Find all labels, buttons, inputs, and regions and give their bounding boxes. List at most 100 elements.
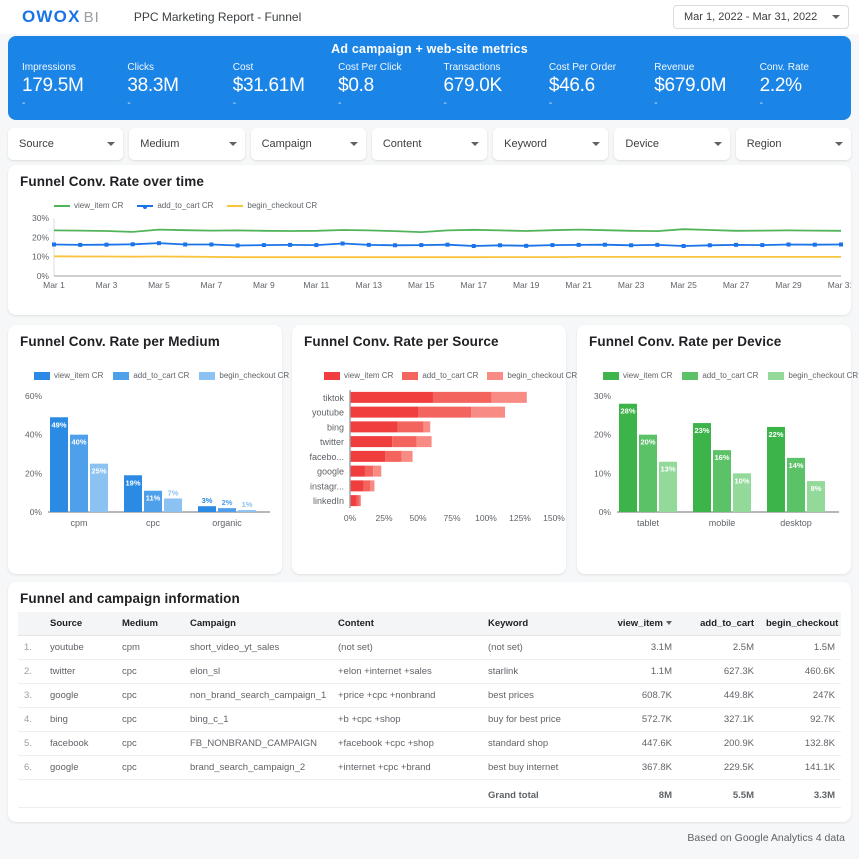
filter-keyword[interactable]: Keyword xyxy=(493,128,609,160)
y-axis-category-label: tiktok xyxy=(323,393,345,403)
stacked-bar-youtube-view_itemcr xyxy=(350,406,418,418)
table-cell-content: +facebook +cpc +shop xyxy=(332,731,482,756)
table-scroll-region[interactable]: Source Medium Campaign Content Keyword v… xyxy=(18,612,841,808)
line-marker xyxy=(681,244,686,249)
y-axis-tick: 10% xyxy=(32,252,49,262)
bar-value-label: 49% xyxy=(51,420,66,429)
y-axis-tick: 0% xyxy=(599,507,612,517)
stacked-bar-facebo-begin_checkoutcr xyxy=(401,450,413,462)
legend-label: begin_checkout CR xyxy=(788,371,859,380)
filter-label: Content xyxy=(382,138,422,150)
line-marker xyxy=(760,243,765,248)
table-cell-index: 5. xyxy=(18,731,44,756)
col-medium[interactable]: Medium xyxy=(116,612,184,636)
x-axis-tick: 100% xyxy=(475,513,497,523)
metric-delta: - xyxy=(232,98,237,109)
gt-blank-2 xyxy=(44,784,116,808)
metric-delta: - xyxy=(338,98,342,109)
col-begin-checkout[interactable]: begin_checkout xyxy=(760,612,841,636)
bar-desktop-view_itemcr xyxy=(767,426,785,512)
stacked-bar-bing-begin_checkoutcr xyxy=(423,421,431,433)
legend-item: add_to_cart CR xyxy=(402,371,478,380)
x-axis-category-label: mobile xyxy=(709,518,736,528)
metric-value: $679.0M xyxy=(654,75,727,96)
filter-medium[interactable]: Medium xyxy=(129,128,245,160)
col-campaign[interactable]: Campaign xyxy=(184,612,332,636)
line-marker xyxy=(366,242,371,247)
filter-source[interactable]: Source xyxy=(8,128,124,160)
filter-region[interactable]: Region xyxy=(735,128,851,160)
bar-value-label: 20% xyxy=(640,438,655,447)
table-cell-view-item: 367.8K xyxy=(594,755,678,780)
bar-organic-begin_checkoutcr xyxy=(238,510,256,512)
filter-bar: Source Medium Campaign Content Keyword D… xyxy=(8,128,851,160)
legend-label: view_item CR xyxy=(74,201,124,210)
metric-delta: - xyxy=(443,98,447,109)
metric-value: 679.0K xyxy=(443,75,503,96)
x-axis-tick: Mar 23 xyxy=(618,280,645,290)
bar-value-label: 3% xyxy=(202,496,213,505)
stacked-bar-bing-add_to_cartcr xyxy=(397,421,424,433)
x-axis-tick: Mar 11 xyxy=(303,280,329,290)
chevron-down-icon xyxy=(228,142,237,146)
chevron-down-icon xyxy=(832,15,840,19)
table-row[interactable]: 2. twitter cpc elon_sl +elon +internet +sale… xyxy=(18,659,841,684)
stacked-bar-facebo-add_to_cartcr xyxy=(385,450,402,462)
table-cell-medium: cpc xyxy=(116,755,184,780)
filter-device[interactable]: Device xyxy=(614,128,730,160)
table-cell-index: 4. xyxy=(18,707,44,732)
col-add-to-cart[interactable]: add_to_cart xyxy=(678,612,760,636)
table-cell-content: +internet +cpc +brand xyxy=(332,755,482,780)
line-marker xyxy=(734,242,739,247)
stacked-bar-google-begin_checkoutcr xyxy=(373,465,382,477)
col-keyword[interactable]: Keyword xyxy=(482,612,594,636)
metric-label: Conv. Rate xyxy=(759,62,809,73)
line-marker xyxy=(655,242,660,247)
table-cell-content: +b +cpc +shop xyxy=(332,707,482,732)
table-cell-keyword: best buy internet xyxy=(482,755,594,780)
scorecard-title: Ad campaign + web-site metrics xyxy=(331,42,528,56)
table-cell-begin-checkout: 132.8K xyxy=(760,731,841,756)
grand-total-begin-checkout: 3.3M xyxy=(760,784,841,808)
metric-value: 2.2% xyxy=(759,75,802,96)
line-marker xyxy=(576,242,581,247)
table-row[interactable]: 1. youtube cpm short_video_yt_sales (not set… xyxy=(18,635,841,660)
date-range-picker[interactable]: Mar 1, 2022 - Mar 31, 2022 xyxy=(673,5,849,29)
col-content[interactable]: Content xyxy=(332,612,482,636)
table-cell-content: (not set) xyxy=(332,635,482,660)
col-view-item[interactable]: view_item xyxy=(594,612,678,636)
table-row[interactable]: 3. google cpc non_brand_search_campaign_1 +p… xyxy=(18,683,841,708)
line-series-begin_checkoutcr xyxy=(53,255,841,259)
bar-value-label: 23% xyxy=(694,426,709,435)
bar-organic-add_to_cartcr xyxy=(218,508,236,512)
x-axis-tick: Mar 17 xyxy=(460,280,487,290)
legend-label: add_to_cart CR xyxy=(157,201,214,210)
y-axis-category-label: bing xyxy=(327,422,344,432)
col-source[interactable]: Source xyxy=(44,612,116,636)
table-row[interactable]: 5. facebook cpc FB_NONBRAND_CAMPAIGN +facebo… xyxy=(18,731,841,756)
filter-content[interactable]: Content xyxy=(371,128,488,160)
metric-cost: Cost $31.61M - xyxy=(219,62,324,109)
page-title: PPC Marketing Report - Funnel xyxy=(133,10,302,24)
line-series-view_itemcr xyxy=(53,228,842,234)
metric-delta: - xyxy=(22,98,26,109)
legend-swatch xyxy=(227,204,244,207)
line-marker xyxy=(602,242,607,247)
table-row[interactable]: 4. bing cpc bing_c_1 +b +cpc +shop buy for be… xyxy=(18,707,841,732)
filter-campaign[interactable]: Campaign xyxy=(250,128,366,160)
metrics-scorecard-band: Ad campaign + web-site metrics Impressio… xyxy=(8,36,851,120)
legend-swatch xyxy=(603,371,619,380)
chevron-down-icon xyxy=(107,142,116,146)
table-row[interactable]: 6. google cpc brand_search_campaign_2 +inter… xyxy=(18,755,841,780)
legend-swatch xyxy=(137,204,154,209)
line-chart-svg: 0%10%20%30%Mar 1 Mar 3 Mar 5 Mar 7 Mar 9 Mar … xyxy=(32,213,851,290)
scorecard-metrics-row: Impressions 179.5M - Clicks 38.3M - Cost… xyxy=(8,56,851,109)
x-axis-tick: Mar 9 xyxy=(253,280,275,290)
x-axis-tick: Mar 27 xyxy=(723,280,750,290)
y-axis-category-label: twitter xyxy=(320,437,344,447)
metric-delta: - xyxy=(759,98,763,109)
y-axis-tick: 0% xyxy=(30,507,43,517)
y-axis-category-label: google xyxy=(317,467,344,477)
legend-swatch xyxy=(487,371,504,380)
stacked-bar-tiktok-view_itemcr xyxy=(350,391,433,403)
